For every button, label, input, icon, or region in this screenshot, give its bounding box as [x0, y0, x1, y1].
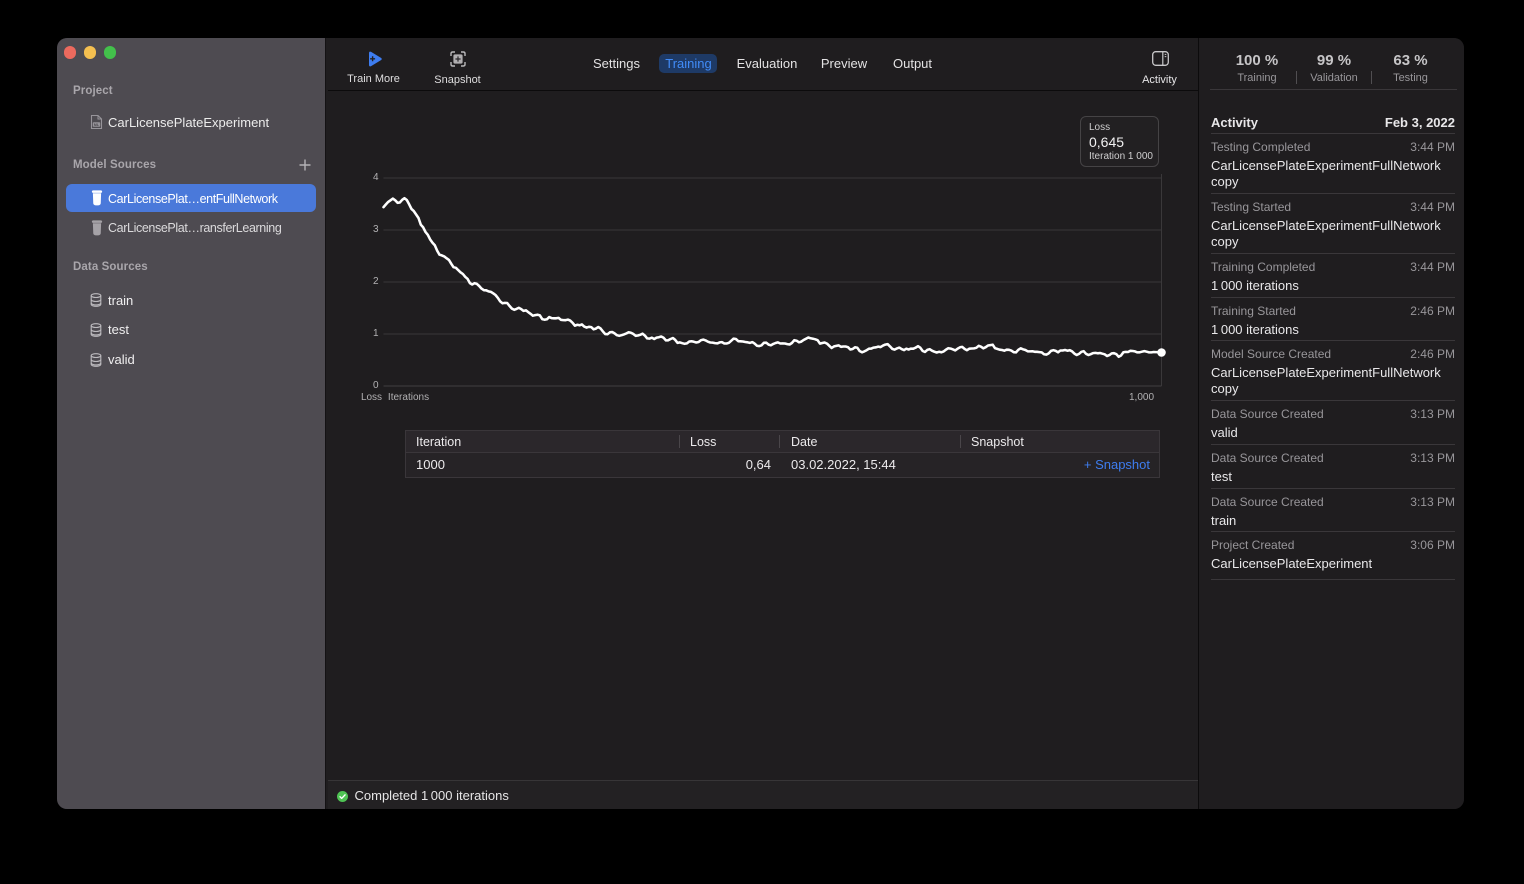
- svg-text:ML: ML: [93, 122, 99, 126]
